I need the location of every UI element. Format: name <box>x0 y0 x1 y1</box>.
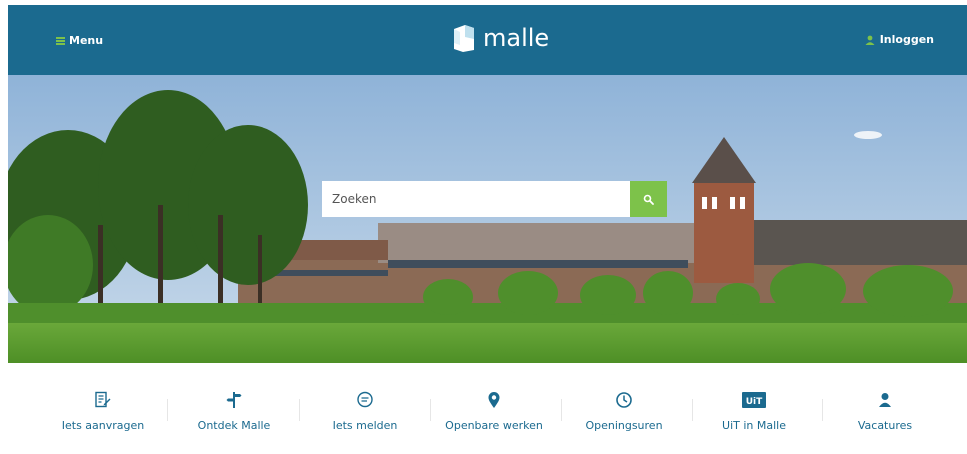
quick-link-vacatures[interactable]: Vacatures <box>820 389 950 432</box>
quick-link-ontdek-malle[interactable]: Ontdek Malle <box>169 389 299 432</box>
search-bar <box>322 181 667 217</box>
svg-text:UiT: UiT <box>746 397 763 407</box>
person-icon <box>879 393 891 407</box>
uit-logo-icon: UiT <box>742 392 766 408</box>
quick-link-label: Ontdek Malle <box>197 419 271 432</box>
quick-link-iets-aanvragen[interactable]: Iets aanvragen <box>38 389 168 432</box>
quick-link-label: Vacatures <box>857 419 913 432</box>
quick-link-iets-melden[interactable]: Iets melden <box>300 389 430 432</box>
search-button[interactable] <box>630 181 667 217</box>
hero-image <box>8 75 967 363</box>
hero-landscape-photo <box>8 75 967 363</box>
quick-link-label: Iets aanvragen <box>61 419 145 432</box>
search-icon <box>643 194 654 205</box>
search-input[interactable] <box>322 181 630 217</box>
hamburger-icon <box>56 36 65 45</box>
site-logo[interactable]: malle <box>451 23 549 53</box>
signpost-icon <box>226 392 242 408</box>
login-button[interactable]: Inloggen <box>865 33 934 46</box>
clock-icon <box>616 392 632 408</box>
malle-logo-icon <box>454 25 474 52</box>
map-pin-icon <box>488 392 500 408</box>
site-header: Menu malle Inloggen <box>8 5 967 75</box>
login-label: Inloggen <box>879 33 934 46</box>
quick-link-label: UiT in Malle <box>722 419 786 432</box>
quick-link-openbare-werken[interactable]: Openbare werken <box>429 389 559 432</box>
quick-link-label: Openingsuren <box>585 419 663 432</box>
user-icon <box>865 35 875 45</box>
quick-link-label: Iets melden <box>332 419 398 432</box>
quick-links-bar: Iets aanvragen Ontdek Malle Iets melden <box>0 363 967 454</box>
quick-link-label: Openbare werken <box>445 419 543 432</box>
quick-link-openingsuren[interactable]: Openingsuren <box>559 389 689 432</box>
menu-button[interactable]: Menu <box>56 34 103 47</box>
form-edit-icon <box>95 391 111 408</box>
menu-label: Menu <box>69 34 104 47</box>
logo-text: malle <box>483 24 550 52</box>
divider <box>167 399 168 421</box>
quick-link-uit-in-malle[interactable]: UiT UiT in Malle <box>689 389 819 432</box>
chat-bubble-icon <box>357 391 373 408</box>
